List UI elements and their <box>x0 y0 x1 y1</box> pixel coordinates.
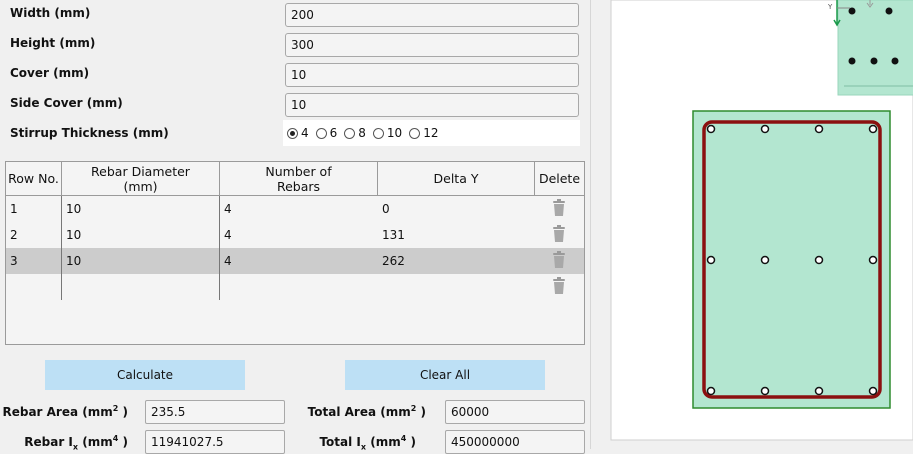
rebar <box>814 124 824 134</box>
cell-row-no: 3 <box>10 254 18 268</box>
header-rebar-diameter[interactable]: Rebar Diameter (mm) <box>62 162 220 196</box>
input-panel: Width (mm) 200 Height (mm) 300 Cover (mm… <box>0 0 592 454</box>
rebar-rows-grid: Row No. Rebar Diameter (mm) Number of Re… <box>5 161 585 345</box>
cell-delta-y[interactable]: 0 <box>378 196 535 222</box>
rebar <box>706 386 716 396</box>
rebar <box>814 255 824 265</box>
side-cover-label: Side Cover (mm) <box>10 96 123 110</box>
rebar <box>868 255 878 265</box>
cell-row-no: 1 <box>10 202 18 216</box>
total-area-label: Total Area (mm2 ) <box>307 404 426 419</box>
rebar <box>868 124 878 134</box>
cell-diameter[interactable]: 10 <box>62 196 220 222</box>
minimap-rebar <box>891 57 899 65</box>
side-cover-field[interactable]: 10 <box>285 93 579 117</box>
height-label: Height (mm) <box>10 36 96 50</box>
height-field[interactable]: 300 <box>285 33 579 57</box>
radio-unselected-icon <box>409 127 421 139</box>
table-new-row[interactable] <box>6 274 584 300</box>
minimap-rebar <box>848 7 856 15</box>
rebar <box>706 255 716 265</box>
cell-row-no: 2 <box>10 228 18 242</box>
stirrup-thickness-radio-group: 4 6 8 10 12 <box>283 120 580 146</box>
cell-diameter[interactable]: 10 <box>62 248 220 274</box>
rebar <box>760 386 770 396</box>
cell-count[interactable]: 4 <box>220 222 378 248</box>
stirrup-radio-4[interactable]: 4 <box>287 126 309 140</box>
rebar <box>706 124 716 134</box>
concrete-section <box>692 110 891 409</box>
stirrup-radio-8[interactable]: 8 <box>344 126 366 140</box>
header-row-no[interactable]: Row No. <box>6 162 62 196</box>
rebar-area-label: Rebar Area (mm2 ) <box>2 404 128 419</box>
cell-count[interactable]: 4 <box>220 248 378 274</box>
width-field[interactable]: 200 <box>285 3 579 27</box>
minimap-section <box>837 0 913 96</box>
width-label: Width (mm) <box>10 6 91 20</box>
radio-label: 10 <box>386 126 403 140</box>
header-delta-y[interactable]: Delta Y <box>378 162 535 196</box>
section-preview-panel: Y <box>592 0 913 449</box>
minimap-preview: Y <box>827 0 913 96</box>
table-row[interactable]: 2 10 4 131 <box>6 222 584 248</box>
cover-field[interactable]: 10 <box>285 63 579 87</box>
radio-unselected-icon <box>344 127 356 139</box>
total-ix-field[interactable]: 450000000 <box>445 430 585 454</box>
clear-all-button[interactable]: Clear All <box>345 360 545 390</box>
rebar <box>814 386 824 396</box>
rebar-ix-field[interactable]: 11941027.5 <box>145 430 285 454</box>
table-row[interactable]: 1 10 4 0 <box>6 196 584 222</box>
table-row-selected[interactable]: 3 10 4 262 <box>6 248 584 274</box>
y-axis-label: Y <box>827 3 833 11</box>
minimap-rebar <box>870 57 878 65</box>
stirrup-radio-12[interactable]: 12 <box>409 126 438 140</box>
radio-unselected-icon <box>372 127 384 139</box>
header-number-of-rebars[interactable]: Number of Rebars <box>220 162 378 196</box>
calculate-button[interactable]: Calculate <box>45 360 245 390</box>
header-delete[interactable]: Delete <box>535 162 584 196</box>
radio-unselected-icon <box>315 127 327 139</box>
total-area-field[interactable]: 60000 <box>445 400 585 424</box>
concrete-outline <box>692 110 891 409</box>
rebar <box>760 255 770 265</box>
stirrup-thickness-label: Stirrup Thickness (mm) <box>10 126 169 140</box>
minimap-rebar <box>848 57 856 65</box>
delete-row-3-trash-icon[interactable] <box>552 251 566 269</box>
delete-row-1-trash-icon[interactable] <box>552 199 566 217</box>
delete-row-2-trash-icon[interactable] <box>552 225 566 243</box>
cell-diameter[interactable]: 10 <box>62 222 220 248</box>
radio-label: 4 <box>301 126 309 140</box>
cell-delta-y[interactable]: 262 <box>378 248 535 274</box>
column-divider <box>61 196 62 300</box>
panel-divider <box>590 0 591 449</box>
cell-count[interactable]: 4 <box>220 196 378 222</box>
delete-new-row-trash-icon[interactable] <box>552 277 566 295</box>
minimap-rebar <box>885 7 893 15</box>
rebar <box>868 386 878 396</box>
radio-selected-icon <box>287 127 298 139</box>
column-divider <box>219 196 220 300</box>
rebar-area-field[interactable]: 235.5 <box>145 400 285 424</box>
stirrup-radio-10[interactable]: 10 <box>372 126 403 140</box>
cover-label: Cover (mm) <box>10 66 90 80</box>
radio-label: 12 <box>423 126 439 140</box>
section-canvas[interactable]: Y <box>592 0 913 449</box>
rebar <box>760 124 770 134</box>
radio-label: 8 <box>358 126 366 140</box>
stirrup-radio-6[interactable]: 6 <box>315 126 338 140</box>
cell-delta-y[interactable]: 131 <box>378 222 535 248</box>
radio-label: 6 <box>329 126 338 140</box>
